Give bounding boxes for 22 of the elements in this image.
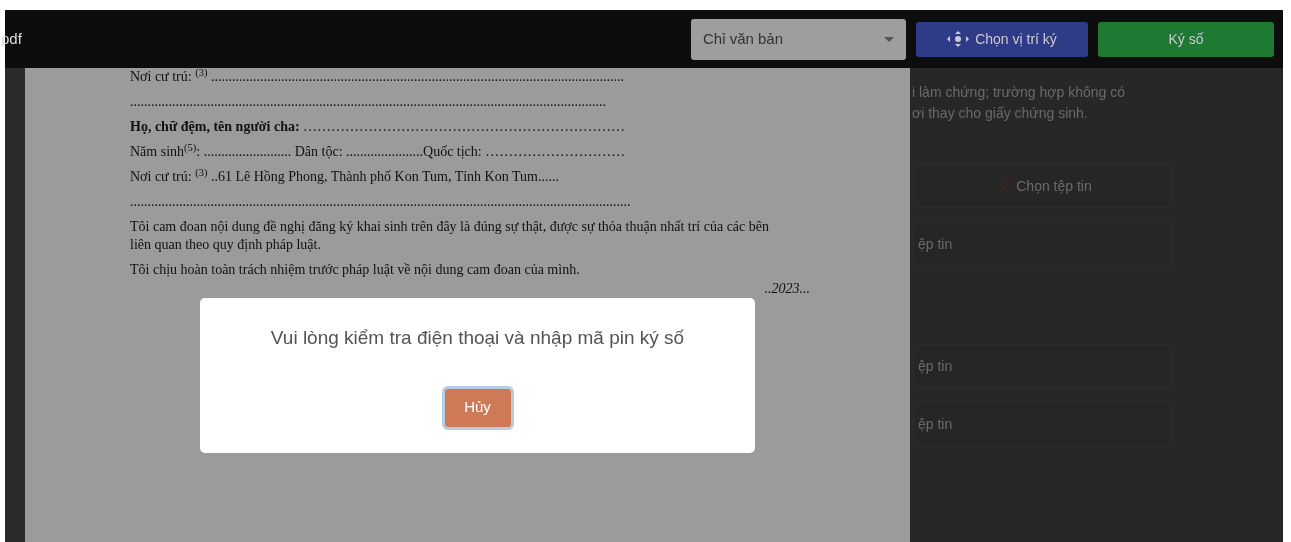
document-line: Họ, chữ đệm, tên người cha: ……………………………………………………………	[130, 118, 627, 136]
document-line: ...............................................................................................................................................	[130, 193, 632, 211]
move-arrows-icon	[947, 31, 970, 47]
document-line: Năm sinh$^{(5)}$: ......................... Dân tộc: ......................Quốc tịch: …………………………	[130, 143, 627, 161]
document-paragraph: Tôi cam đoan nội dung đề nghị đăng ký khai sinh trên đây là đúng sự thật, được sự thỏa thuận nhất trí của các bên liên quan theo quy định pháp luật.	[130, 218, 770, 254]
file-picker-button[interactable]: ệp tin	[913, 402, 1173, 446]
dropdown-caret-icon	[884, 36, 894, 42]
note-text: ơi thay cho giấy chứng sinh.	[912, 104, 1089, 123]
document-line: Tôi chịu hoàn toàn trách nhiệm trước pháp luật về nội dung cam đoan của mình.	[130, 261, 581, 279]
sign-button[interactable]: Ký số	[1098, 21, 1274, 57]
document-line: Nơi cư trú: $^{(3)}$ ......................................................................................................................	[130, 68, 625, 86]
note-text: i làm chứng; trường hợp không có	[912, 83, 1126, 102]
dialog-message: Vui lòng kiểm tra điện thoại và nhập mã pin ký số	[270, 326, 685, 350]
file-picker-button[interactable]: Chọn tệp tin	[913, 164, 1173, 208]
signature-date: ..2023...	[764, 280, 810, 298]
document-line: ........................................................................................................................................	[130, 93, 607, 111]
view-mode-select[interactable]: Chỉ văn bản	[691, 18, 906, 60]
cancel-button[interactable]: Hủy	[444, 388, 511, 427]
choose-position-button[interactable]: Chọn vị trí ký	[916, 21, 1088, 57]
file-picker-button[interactable]: ệp tin	[913, 222, 1173, 266]
file-picker-button[interactable]: ệp tin	[913, 344, 1173, 388]
document-line: Nơi cư trú: $^{(3)}$ ..61 Lê Hồng Phong, Thành phố Kon Tum, Tỉnh Kon Tum......	[130, 168, 560, 186]
